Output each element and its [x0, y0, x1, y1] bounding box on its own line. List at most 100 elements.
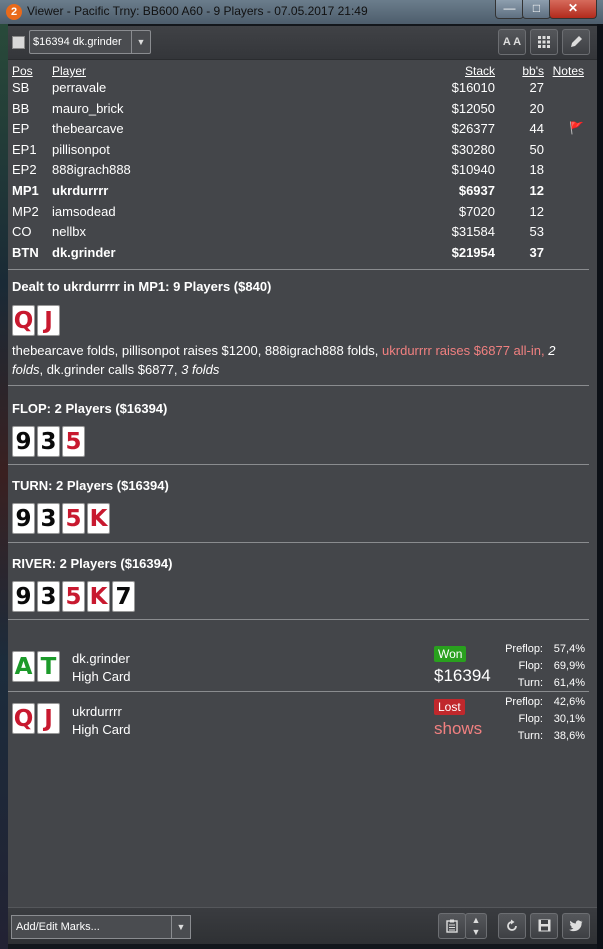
header-bbs[interactable]: bb's: [522, 64, 544, 78]
header-pos[interactable]: Pos: [12, 64, 33, 78]
background-desktop-right: [597, 0, 603, 949]
chevron-up-icon[interactable]: ▲: [466, 914, 486, 926]
player-name: 888igrach888: [52, 162, 131, 178]
header-player[interactable]: Player: [52, 64, 86, 78]
player-bbs: 12: [529, 182, 544, 198]
player-bbs: 44: [529, 121, 544, 137]
playing-card: J: [37, 305, 60, 336]
player-row[interactable]: CO nellbx $31584 53: [12, 223, 592, 244]
equity-row: Flop: 30,1%: [494, 713, 585, 730]
grid-icon: [538, 36, 550, 48]
save-button[interactable]: [530, 913, 558, 939]
app-icon: 2: [6, 4, 22, 20]
player-name: perravale: [52, 80, 107, 95]
header-notes[interactable]: Notes: [553, 64, 584, 78]
clipboard-icon: [446, 919, 458, 933]
twitter-button[interactable]: [562, 913, 590, 939]
player-name: iamsodead: [52, 203, 116, 219]
shows-text: shows: [434, 719, 483, 738]
player-pos: BB: [12, 100, 30, 116]
player-row[interactable]: BB mauro_brick $12050 20: [12, 100, 592, 121]
font-size-button[interactable]: A A: [498, 29, 526, 55]
marks-select-value: Add/Edit Marks...: [16, 921, 100, 933]
player-name: ukrdurrrr: [52, 182, 109, 198]
turn-cards: 935K: [12, 503, 112, 534]
loser-cards: QJ: [12, 703, 62, 734]
player-bbs: 20: [529, 100, 544, 116]
player-name: thebearcave: [52, 121, 124, 137]
playing-card: 5: [62, 581, 85, 612]
playing-card: 7: [112, 581, 135, 612]
equity-label: Turn:: [517, 730, 543, 742]
footer-bar: Add/Edit Marks... ▼ ▲ ▼: [8, 907, 597, 944]
player-row[interactable]: SB perravale $16010 27: [12, 79, 592, 100]
close-button[interactable]: ✕: [549, 0, 597, 19]
equity-value: 38,6%: [553, 730, 585, 742]
playing-card: J: [37, 703, 60, 734]
player-row[interactable]: MP1 ukrdurrrr $6937 12: [12, 182, 592, 203]
equity-label: Preflop:: [505, 643, 543, 655]
maximize-button[interactable]: □: [522, 0, 551, 19]
equity-label: Turn:: [517, 677, 543, 689]
player-row[interactable]: EP2 888igrach888 $10940 18: [12, 161, 592, 182]
equity-row: Preflop: 57,4%: [494, 643, 585, 660]
equity-value: 57,4%: [553, 643, 585, 655]
refresh-button[interactable]: [498, 913, 526, 939]
player-stack: $21954: [451, 244, 495, 260]
hand-select[interactable]: $16394 dk.grinder ▼: [29, 30, 151, 54]
twitter-icon: [569, 920, 583, 932]
player-stack: $31584: [451, 224, 495, 240]
chevron-down-icon[interactable]: ▼: [466, 926, 486, 938]
player-stack: $16010: [451, 80, 495, 95]
playing-card: T: [37, 651, 60, 682]
pencil-icon: [571, 36, 582, 47]
title-bar[interactable]: 2 Viewer - Pacific Trny: BB600 A60 - 9 P…: [0, 0, 603, 24]
chevron-down-icon[interactable]: ▼: [171, 916, 190, 938]
player-row[interactable]: MP2 iamsodead $7020 12: [12, 203, 592, 224]
header-stack[interactable]: Stack: [465, 64, 495, 78]
grid-button[interactable]: [530, 29, 558, 55]
flop-title: FLOP: 2 Players ($16394): [12, 401, 168, 416]
won-amount: $16394: [434, 666, 491, 685]
playing-card: 5: [62, 503, 85, 534]
equity-value: 30,1%: [553, 713, 585, 725]
action-folds: 3 folds: [181, 362, 220, 377]
player-row[interactable]: EP1 pillisonpot $30280 50: [12, 141, 592, 162]
loser-equity: Preflop: 42,6% Flop: 30,1% Turn: 38,6%: [494, 696, 585, 747]
divider: [8, 269, 589, 270]
action-hero: ukrdurrrr raises $6877 all-in,: [382, 343, 545, 358]
flop-cards: 935: [12, 426, 87, 457]
preflop-title: Dealt to ukrdurrrr in MP1: 9 Players ($8…: [12, 279, 272, 294]
minimize-button[interactable]: —: [495, 0, 524, 19]
spinner-button[interactable]: ▲ ▼: [465, 913, 487, 939]
river-cards: 935K7: [12, 581, 137, 612]
playing-card: K: [87, 581, 110, 612]
equity-label: Preflop:: [505, 696, 543, 708]
clipboard-button[interactable]: [438, 913, 466, 939]
equity-value: 42,6%: [553, 696, 585, 708]
select-checkbox[interactable]: [12, 36, 25, 49]
marks-select[interactable]: Add/Edit Marks... ▼: [11, 915, 191, 939]
player-stack: $6937: [458, 182, 495, 198]
player-bbs: 50: [529, 141, 544, 157]
player-bbs: 12: [529, 203, 544, 219]
note-flag-icon[interactable]: 🚩: [569, 121, 584, 135]
winner-hand: High Card: [72, 669, 131, 684]
player-bbs: 53: [529, 224, 544, 240]
hand-select-value: $16394 dk.grinder: [33, 36, 122, 48]
players-table-header: Pos Player Stack bb's Notes: [12, 64, 592, 79]
edit-button[interactable]: [562, 29, 590, 55]
player-row[interactable]: BTN dk.grinder $21954 37: [12, 244, 592, 265]
lost-badge: Lost: [434, 699, 465, 715]
player-name: mauro_brick: [52, 100, 124, 116]
viewer-panel: $16394 dk.grinder ▼ A A Pos Player Stack…: [8, 26, 597, 944]
river-title: RIVER: 2 Players ($16394): [12, 556, 173, 571]
playing-card: Q: [12, 703, 35, 734]
chevron-down-icon[interactable]: ▼: [131, 31, 150, 53]
winner-cards: AT: [12, 651, 62, 682]
playing-card: 3: [37, 503, 60, 534]
playing-card: 9: [12, 581, 35, 612]
player-row[interactable]: EP thebearcave $26377 44 🚩: [12, 120, 592, 141]
preflop-actions: thebearcave folds, pillisonpot raises $1…: [12, 341, 587, 379]
equity-row: Flop: 69,9%: [494, 660, 585, 677]
